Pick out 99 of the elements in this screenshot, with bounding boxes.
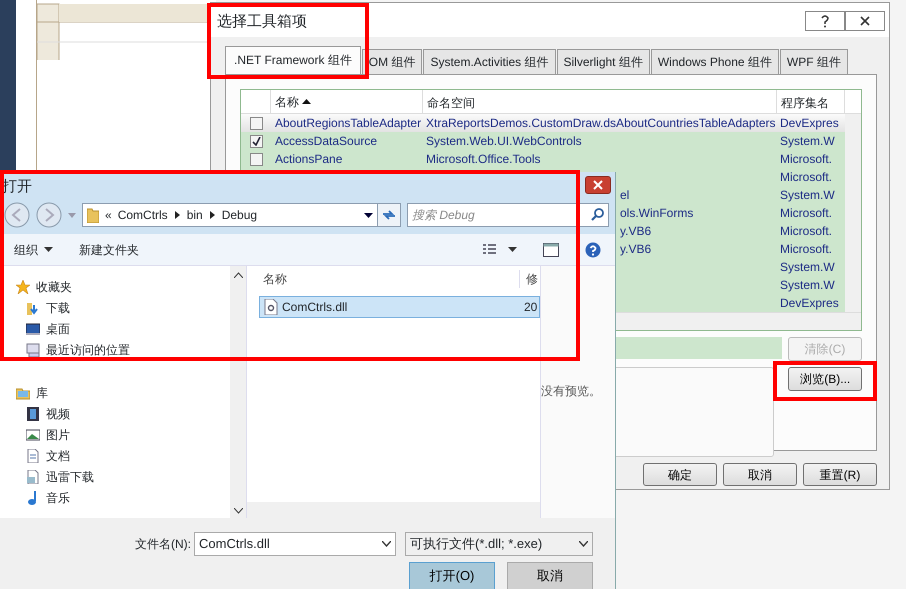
dialog-button[interactable]: 取消 [723, 463, 797, 486]
table-cell-text: XtraReportsDemos.CustomDraw.dsAboutCountriesTableAdapters [425, 115, 776, 132]
breadcrumb-item[interactable]: ComCtrls [118, 206, 168, 224]
dialog-button[interactable]: 打开(O) [409, 562, 495, 589]
tab[interactable]: .NET Framework 组件 [225, 46, 361, 74]
breadcrumb-item[interactable]: Debug [222, 206, 258, 224]
nav-item[interactable]: 图片 [16, 424, 230, 445]
browse-button[interactable]: 浏览(B)... [788, 367, 862, 391]
vertical-scrollbar[interactable] [230, 266, 246, 518]
nav-item[interactable]: 收藏夹 [16, 276, 230, 297]
dropdown-caret-icon[interactable] [508, 247, 517, 252]
tab[interactable]: System.Activities 组件 [423, 49, 556, 74]
tab[interactable]: OM 组件 [362, 49, 422, 74]
preview-message: 没有预览。 [541, 384, 601, 398]
help-button[interactable] [805, 11, 845, 31]
tab[interactable]: Windows Phone 组件 [650, 49, 779, 74]
help-icon [820, 14, 830, 28]
field-label: 文件名(N): [135, 536, 191, 553]
vertical-scrollbar[interactable] [845, 114, 861, 312]
search-field[interactable]: 搜索 Debug [407, 203, 609, 227]
address-bar[interactable]: « ComCtrls bin Debug [82, 203, 378, 227]
table-cell-text: System.Web.UI.WebControls [425, 133, 583, 150]
document-icon [26, 448, 40, 462]
video-icon [26, 406, 40, 420]
nav-item[interactable]: 文档 [16, 445, 230, 466]
recent-icon [26, 342, 40, 356]
dialog-button[interactable]: 重置(R) [803, 463, 877, 486]
toolbar-button[interactable]: 新建文件夹 [79, 240, 139, 258]
table-cell-text: Microsoft. [779, 241, 834, 258]
table-cell-text: el [620, 187, 630, 204]
nav-item[interactable]: 下载 [16, 297, 230, 318]
checkbox[interactable] [250, 134, 262, 148]
table-cell-text: Microsoft. [779, 169, 834, 186]
desktop-icon [26, 322, 40, 336]
table-cell-text: AboutRegionsTableAdapter [274, 115, 422, 132]
column-header[interactable]: 名称 [247, 270, 519, 288]
table-cell-text: Microsoft.Office.Tools [425, 151, 542, 168]
table-cell-text: DevExpres [779, 295, 840, 312]
dialog-title: 选择工具箱项 [217, 13, 307, 30]
close-icon [593, 180, 603, 190]
column-header[interactable]: 名称 [275, 92, 299, 110]
column-header[interactable]: 命名空间 [423, 90, 777, 113]
nav-item[interactable]: 音乐 [16, 487, 230, 508]
tab[interactable]: Silverlight 组件 [556, 49, 650, 74]
refresh-arrows-icon [382, 209, 396, 221]
table-cell-text: ActionsPane [274, 151, 344, 168]
nav-item[interactable]: 最近访问的位置 [16, 339, 230, 360]
preview-pane-icon[interactable] [543, 242, 559, 256]
table-cell-text: AccessDataSource [274, 133, 378, 150]
column-header[interactable]: 修 [519, 270, 538, 288]
table-cell-text: System.W [779, 133, 836, 150]
settings-file-icon [264, 299, 278, 315]
picture-icon [26, 428, 40, 442]
nav-item[interactable]: 迅雷下载 [16, 466, 230, 487]
close-button[interactable] [845, 11, 885, 31]
dropdown-caret-icon [579, 541, 588, 547]
close-icon [860, 16, 870, 26]
dropdown-caret-icon [382, 541, 391, 547]
table-cell-text: y.VB6 [620, 241, 652, 258]
toolbar-button[interactable]: 组织 [14, 240, 53, 258]
table-cell-text: System.W [779, 187, 836, 204]
library-icon [16, 386, 30, 400]
checkbox[interactable] [250, 116, 262, 130]
table-cell-text: Microsoft. [779, 151, 834, 168]
nav-item[interactable]: 视频 [16, 403, 230, 424]
table-cell-text: System.W [779, 259, 836, 276]
dropdown-caret-icon[interactable] [44, 247, 53, 252]
view-list-icon[interactable] [483, 244, 496, 255]
table-cell-text: DevExpres [779, 115, 840, 132]
dialog-button[interactable]: 确定 [643, 463, 717, 486]
filename-field[interactable]: ComCtrls.dll [194, 532, 396, 556]
file-type-dropdown[interactable]: 可执行文件(*.dll; *.exe) [405, 532, 593, 556]
dialog-button[interactable]: 取消 [507, 562, 593, 589]
folder-icon [87, 207, 99, 223]
breadcrumb-arrow-icon [174, 211, 181, 219]
dropdown-caret-icon[interactable] [364, 212, 373, 218]
path-overflow-mark[interactable]: « [105, 206, 112, 224]
help-icon[interactable] [585, 242, 601, 258]
search-icon [591, 208, 604, 221]
breadcrumb-arrow-icon [208, 211, 216, 219]
horizontal-scrollbar[interactable] [247, 502, 540, 518]
sort-arrow-icon [302, 99, 311, 104]
breadcrumb-item[interactable]: bin [186, 206, 203, 224]
nav-item[interactable]: 桌面 [16, 318, 230, 339]
file-item[interactable]: ComCtrls.dll 20 [259, 296, 540, 318]
table-cell-text: ols.WinForms [620, 205, 694, 222]
nav-item[interactable]: 库 [16, 382, 230, 403]
download-icon [26, 300, 40, 314]
table-cell-text: y.VB6 [620, 223, 652, 240]
close-button[interactable] [585, 176, 611, 194]
table-cell-text: System.W [779, 277, 836, 294]
column-header[interactable]: 程序集名 [777, 90, 845, 113]
check-icon [252, 136, 260, 146]
refresh-button[interactable] [377, 203, 401, 227]
table-cell-text: Microsoft. [779, 223, 834, 240]
checkbox[interactable] [250, 152, 262, 166]
table-cell-text: Microsoft. [779, 205, 834, 222]
tab[interactable]: WPF 组件 [780, 49, 848, 74]
star-icon [16, 280, 30, 294]
